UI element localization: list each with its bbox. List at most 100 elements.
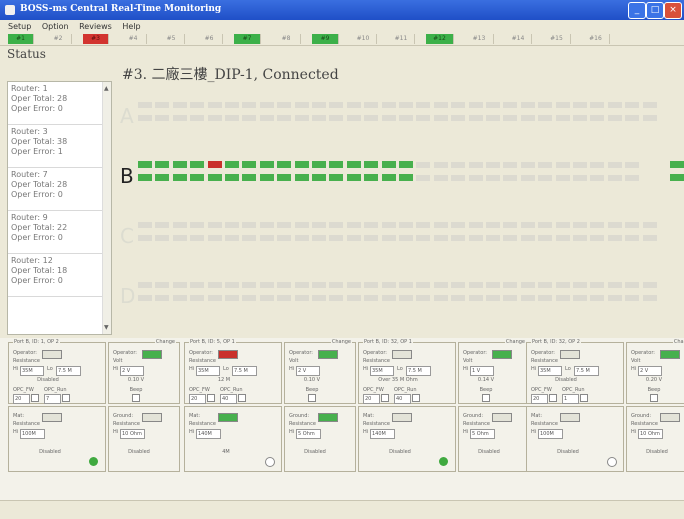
socket-cell[interactable] [416, 222, 431, 228]
scroll-down-icon[interactable]: ▼ [104, 324, 109, 331]
status-router-group[interactable]: Router: 1 Oper Total: 28 Oper Error: 0 [8, 82, 111, 125]
socket-cell[interactable] [607, 102, 622, 108]
opc-fw-checkbox[interactable] [31, 394, 39, 402]
socket-cell[interactable] [520, 162, 535, 168]
router-tab-10[interactable]: #10 [350, 34, 377, 44]
socket-cell[interactable] [346, 102, 361, 108]
socket-cell[interactable] [590, 162, 605, 168]
socket-cell[interactable] [225, 295, 239, 301]
status-router-group[interactable]: Router: 7 Oper Total: 28 Oper Error: 0 [8, 168, 111, 211]
socket-cell[interactable] [312, 235, 326, 241]
socket-cell[interactable] [172, 161, 187, 168]
socket-cell[interactable] [172, 222, 187, 228]
socket-cell[interactable] [590, 175, 605, 181]
socket-cell[interactable] [416, 102, 431, 108]
socket-cell[interactable] [225, 102, 239, 108]
socket-cell[interactable] [381, 282, 396, 288]
socket-cell[interactable] [451, 235, 466, 241]
change-button[interactable]: Change [672, 339, 684, 345]
socket-cell[interactable] [329, 222, 344, 228]
opc-run-input[interactable]: 40 [220, 394, 237, 404]
socket-cell[interactable] [486, 102, 500, 108]
socket-cell[interactable] [503, 295, 518, 301]
socket-cell[interactable] [555, 282, 570, 288]
socket-cell[interactable] [433, 222, 448, 228]
socket-cell[interactable] [312, 295, 326, 301]
socket-cell[interactable] [207, 235, 222, 241]
socket-cell[interactable] [503, 102, 518, 108]
socket-cell[interactable] [294, 282, 309, 288]
socket-cell[interactable] [625, 175, 640, 181]
socket-cell[interactable] [451, 222, 466, 228]
ground-hi-input[interactable]: 5 Ohm [470, 429, 495, 439]
socket-cell[interactable] [399, 102, 413, 108]
socket-cell[interactable] [538, 175, 553, 181]
socket-cell[interactable] [294, 161, 309, 168]
socket-cell[interactable] [364, 102, 379, 108]
socket-cell[interactable] [451, 115, 466, 121]
socket-cell[interactable] [590, 295, 605, 301]
socket-cell[interactable] [573, 102, 587, 108]
socket-cell[interactable] [312, 222, 326, 228]
socket-cell[interactable] [364, 174, 379, 181]
socket-cell[interactable] [155, 235, 170, 241]
socket-cell[interactable] [225, 174, 239, 181]
socket-cell[interactable] [225, 282, 239, 288]
socket-cell[interactable] [555, 295, 570, 301]
change-button[interactable]: Change [504, 339, 526, 345]
socket-cell[interactable] [433, 102, 448, 108]
socket-cell[interactable] [573, 115, 587, 121]
socket-cell[interactable] [451, 102, 466, 108]
socket-cell[interactable] [451, 282, 466, 288]
socket-cell[interactable] [242, 115, 257, 121]
opc-run-input[interactable]: 7 [44, 394, 61, 404]
router-tab-3[interactable]: #3 [83, 34, 109, 44]
socket-cell[interactable] [486, 295, 500, 301]
beep-checkbox[interactable] [132, 394, 140, 402]
socket-cell[interactable] [486, 115, 500, 121]
socket-cell[interactable] [225, 222, 239, 228]
socket-cell[interactable] [468, 175, 483, 181]
socket-cell[interactable] [607, 175, 622, 181]
ground-hi-input[interactable]: 10 Ohm [120, 429, 145, 439]
socket-cell[interactable] [242, 235, 257, 241]
socket-cell[interactable] [242, 161, 257, 168]
socket-cell[interactable] [155, 222, 170, 228]
socket-cell[interactable] [607, 162, 622, 168]
socket-cell[interactable] [538, 235, 553, 241]
socket-cell[interactable] [486, 222, 500, 228]
socket-cell[interactable] [486, 235, 500, 241]
lo-input[interactable]: 7.5 M [56, 366, 81, 376]
socket-cell[interactable] [433, 295, 448, 301]
hi-input[interactable]: 35M [538, 366, 562, 376]
socket-cell[interactable] [190, 295, 205, 301]
socket-cell[interactable] [190, 222, 205, 228]
socket-cell[interactable] [155, 115, 170, 121]
mat-hi-input[interactable]: 100M [538, 429, 563, 439]
socket-cell[interactable] [329, 174, 344, 181]
mat-hi-input[interactable]: 100M [20, 429, 45, 439]
status-list[interactable]: Router: 1 Oper Total: 28 Oper Error: 0 Rout… [7, 81, 112, 335]
socket-cell[interactable] [416, 115, 431, 121]
scroll-up-icon[interactable]: ▲ [104, 85, 109, 92]
socket-cell[interactable] [259, 174, 274, 181]
socket-cell[interactable] [329, 235, 344, 241]
socket-cell[interactable] [294, 295, 309, 301]
socket-cell[interactable] [190, 235, 205, 241]
socket-cell[interactable] [555, 175, 570, 181]
status-router-group[interactable]: Router: 9 Oper Total: 22 Oper Error: 0 [8, 211, 111, 254]
socket-cell[interactable] [277, 102, 292, 108]
socket-cell[interactable] [138, 295, 152, 301]
socket-cell[interactable] [399, 161, 413, 168]
volt-hi-input[interactable]: 1 V [470, 366, 494, 376]
socket-cell[interactable] [433, 162, 448, 168]
socket-cell[interactable] [294, 102, 309, 108]
socket-cell[interactable] [573, 295, 587, 301]
socket-cell[interactable] [346, 235, 361, 241]
socket-cell[interactable] [503, 115, 518, 121]
socket-cell[interactable] [172, 115, 187, 121]
router-tab-7[interactable]: #7 [234, 34, 261, 44]
socket-cell[interactable] [207, 222, 222, 228]
router-tab-8[interactable]: #8 [272, 34, 301, 44]
socket-cell[interactable] [468, 115, 483, 121]
